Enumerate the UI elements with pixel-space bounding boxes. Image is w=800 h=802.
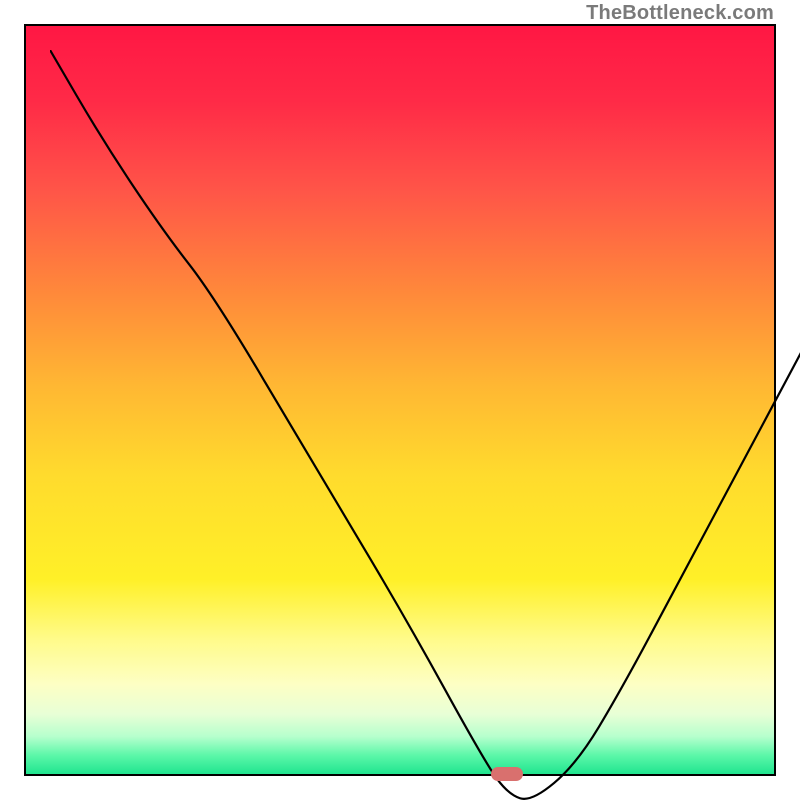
watermark-text: TheBottleneck.com xyxy=(586,2,774,25)
plot-border xyxy=(24,24,776,776)
chart-frame: TheBottleneck.com xyxy=(0,0,800,800)
plot-background-gradient xyxy=(26,26,774,774)
optimal-point-marker xyxy=(491,767,523,781)
